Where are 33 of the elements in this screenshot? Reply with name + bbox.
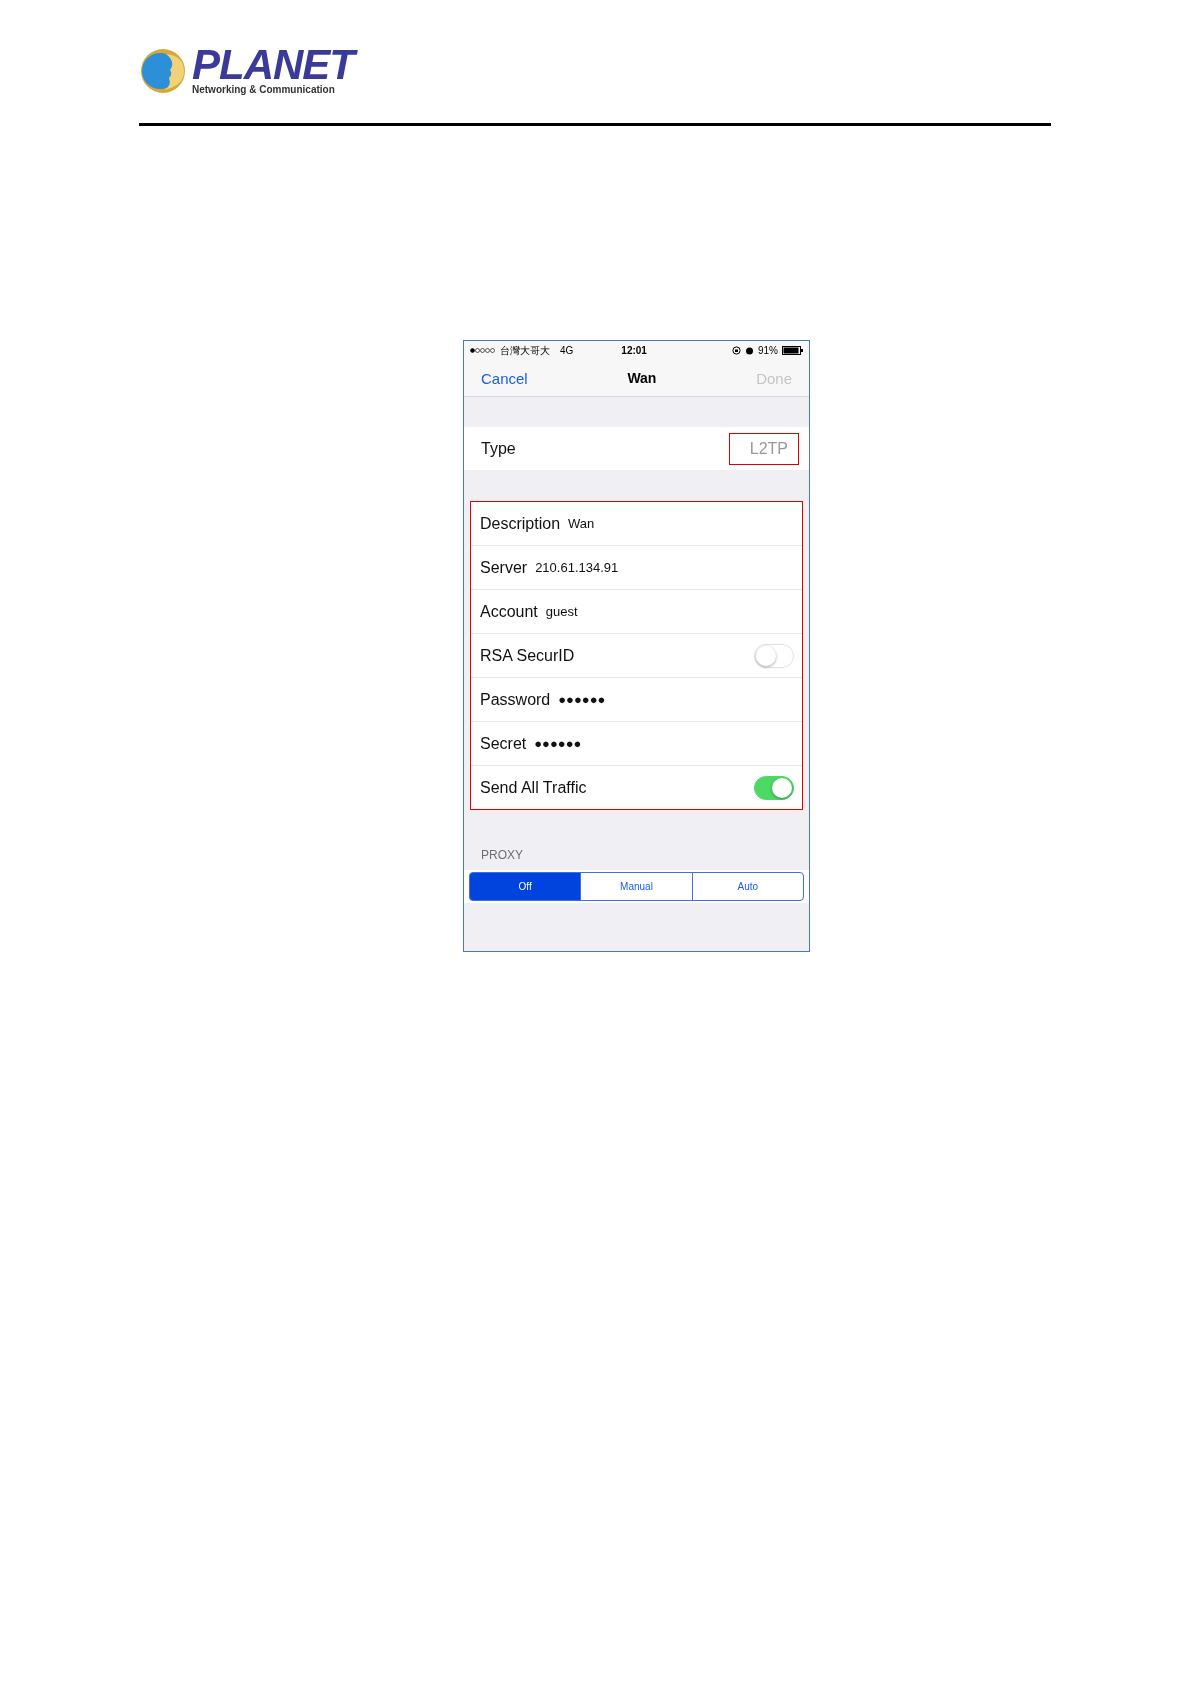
segment-tab[interactable]: Auto [691,872,804,901]
field-label: Account [480,602,538,621]
field-value[interactable]: ●●●●●● [534,736,582,751]
toggle-switch[interactable] [754,775,794,800]
field-value[interactable]: 210.61.134.91 [535,560,619,575]
section-heading: PROXY [480,847,524,864]
field-label: Description [480,514,561,533]
toggle-switch[interactable] [754,643,794,668]
network-type: 4G [560,345,574,356]
field-label: RSA SecurID [480,646,575,665]
battery-percent: 91% [758,345,778,356]
field-label: Server [480,558,528,577]
type-row[interactable]: Type L2TP [464,427,809,470]
cancel-button[interactable]: Cancel [481,369,528,387]
carrier-name: 台灣大哥大 [500,343,550,358]
battery-icon [782,346,803,355]
field-label: Secret [480,734,527,753]
lock-rotation-icon [732,346,741,355]
screen-title: Wan [627,370,657,386]
segment-tab[interactable]: Off [469,872,582,901]
row-label: Type [481,439,516,458]
brand-tagline: Networking & Communication [192,84,336,96]
globe-logo-icon [140,48,186,94]
signal-icon [470,348,496,353]
field-value[interactable]: guest [545,604,578,619]
field-label: Password [480,690,551,709]
type-value: L2TP [728,432,799,465]
field-value[interactable]: ●●●●●● [558,692,606,707]
status-time: 12:01 [621,345,647,356]
field-value[interactable]: Wan [568,516,595,531]
field-label: Send All Traffic [480,778,587,797]
alarm-icon [745,346,754,355]
segment-tab[interactable]: Manual [580,872,693,901]
